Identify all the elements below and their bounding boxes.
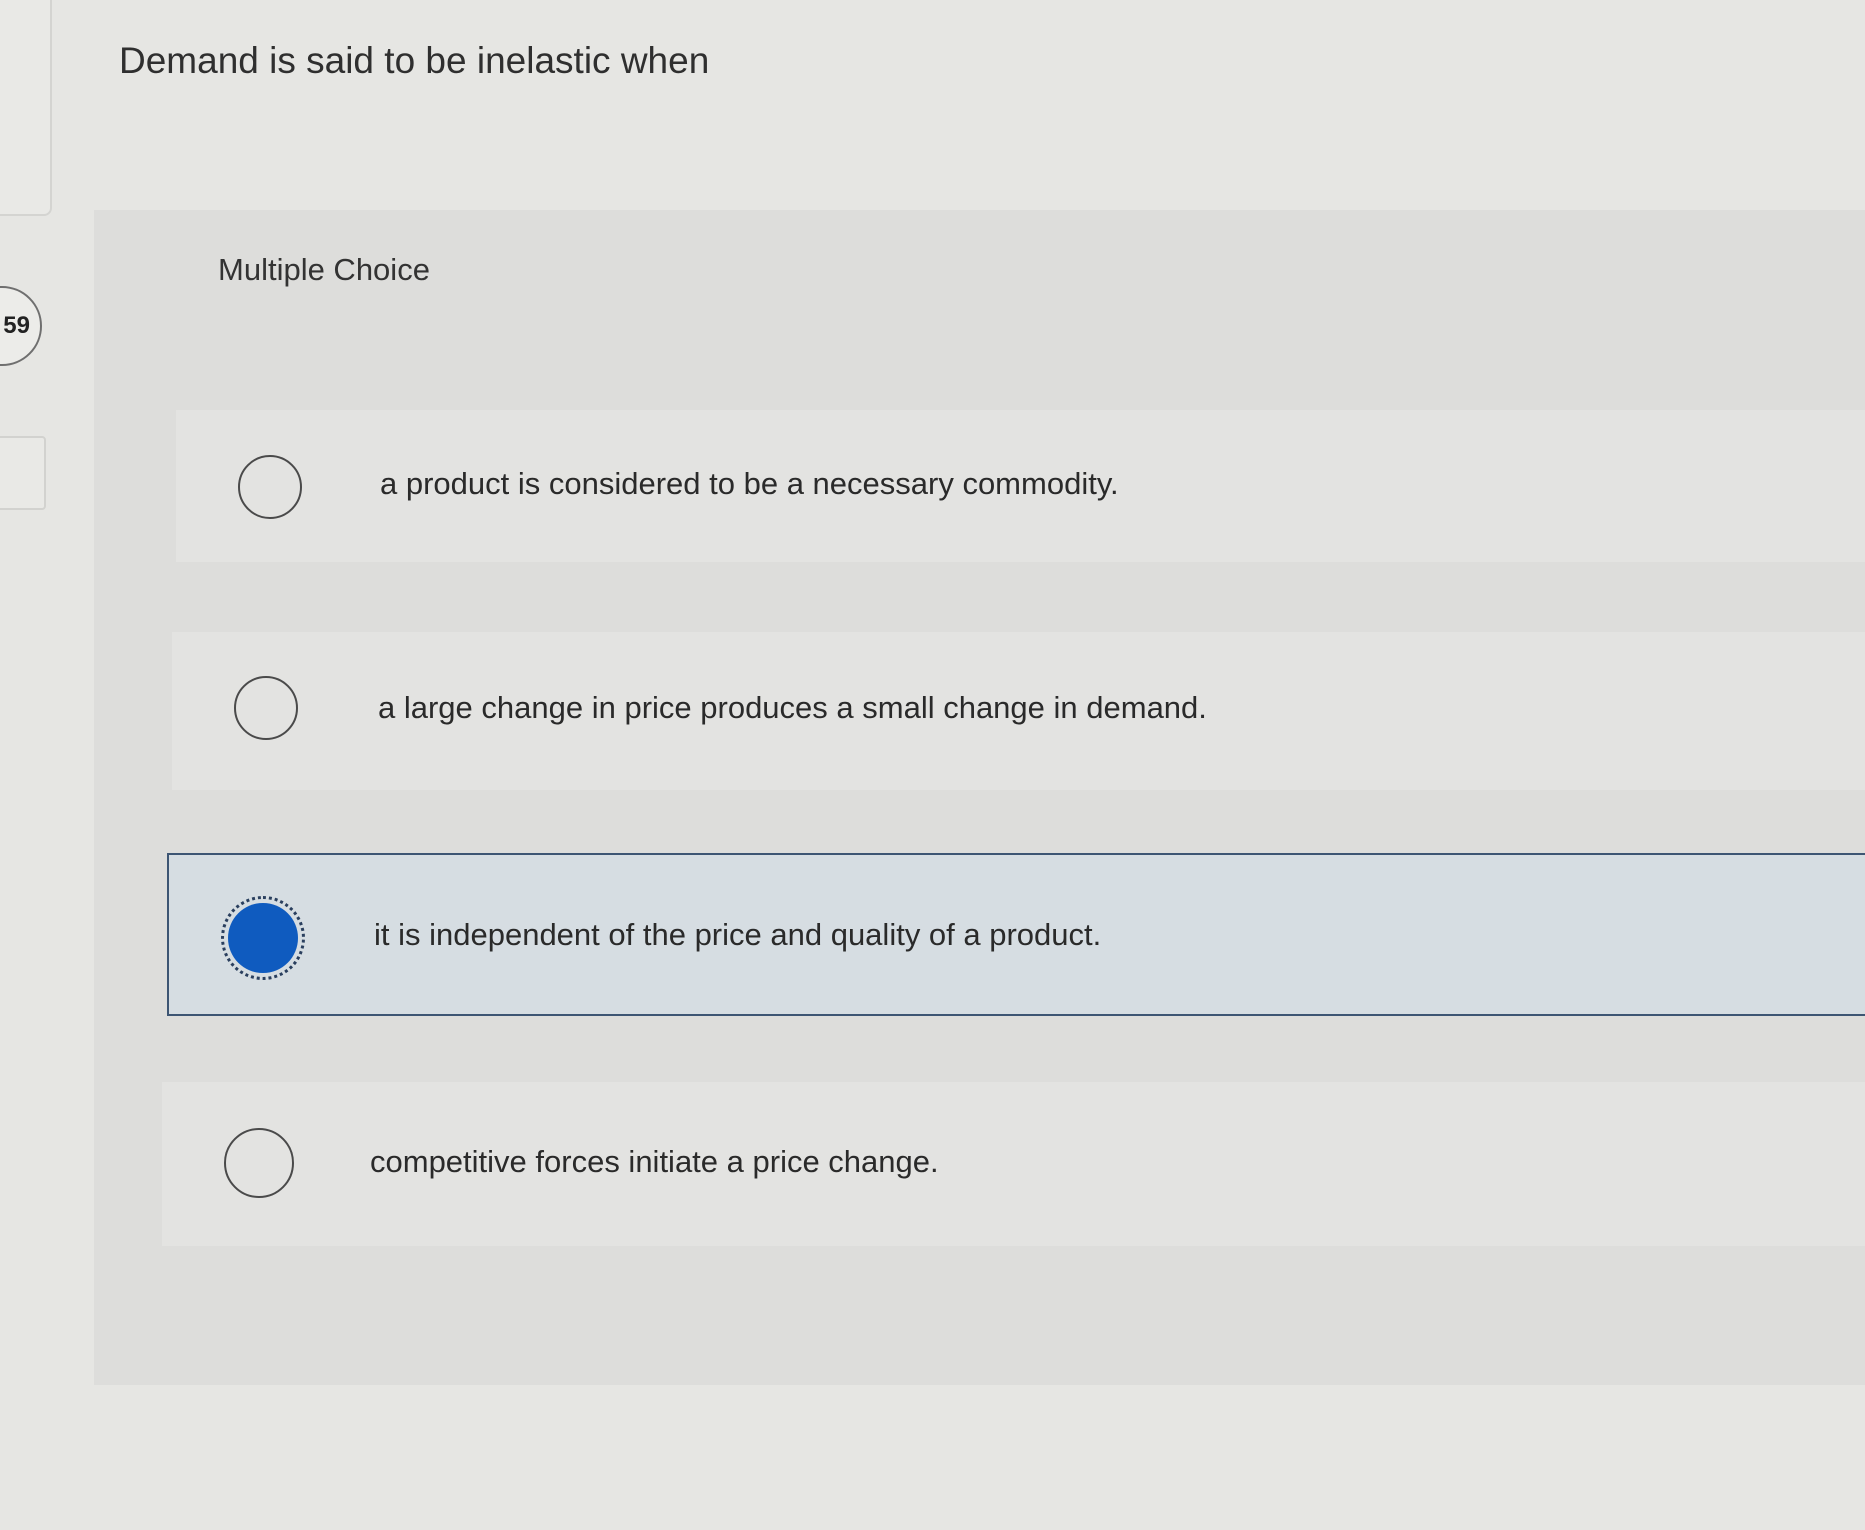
choice-text-c: it is independent of the price and quali… <box>374 917 1102 952</box>
choice-option-b[interactable]: a large change in price produces a small… <box>172 632 1865 790</box>
choice-option-a[interactable]: a product is considered to be a necessar… <box>176 410 1865 562</box>
radio-button-c[interactable] <box>221 896 305 980</box>
question-type-label: Multiple Choice <box>218 252 430 287</box>
radio-button-a[interactable] <box>238 455 302 519</box>
choice-option-d[interactable]: competitive forces initiate a price chan… <box>162 1082 1865 1246</box>
question-prompt: Demand is said to be inelastic when <box>119 40 710 81</box>
choice-text-a: a product is considered to be a necessar… <box>380 466 1119 501</box>
radio-selected-dot <box>228 903 298 973</box>
question-number-badge[interactable]: 59 <box>0 286 42 366</box>
question-number-label: 59 <box>3 312 30 339</box>
choice-text-d: competitive forces initiate a price chan… <box>370 1144 939 1179</box>
choice-text-b: a large change in price produces a small… <box>378 690 1207 725</box>
side-panel-edge <box>0 0 52 216</box>
choice-option-c[interactable]: it is independent of the price and quali… <box>167 853 1865 1016</box>
radio-button-b[interactable] <box>234 676 298 740</box>
radio-button-d[interactable] <box>224 1128 294 1198</box>
flag-box[interactable] <box>0 436 46 510</box>
